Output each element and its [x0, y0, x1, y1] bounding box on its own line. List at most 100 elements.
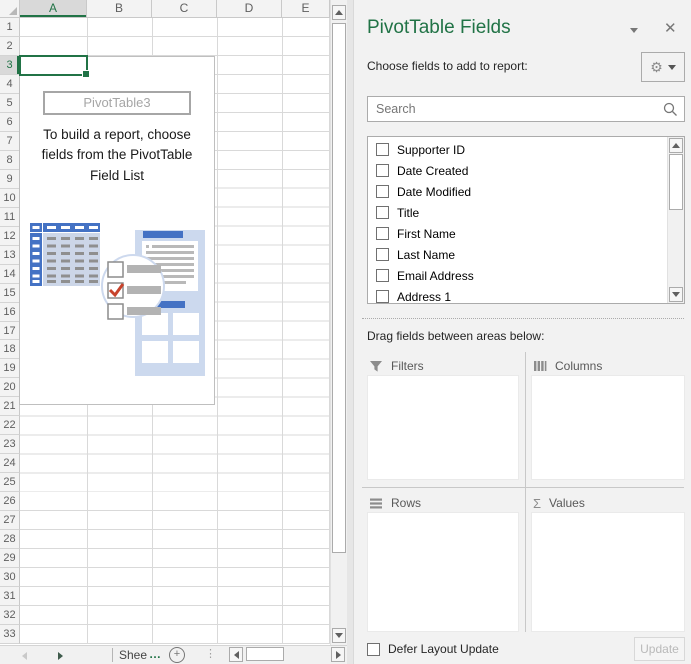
fill-handle[interactable]	[82, 70, 90, 78]
rows-area-header: Rows	[369, 494, 421, 512]
field-list-scrollbar[interactable]	[667, 137, 684, 303]
column-header-E[interactable]: E	[282, 0, 330, 17]
field-list: Supporter IDDate CreatedDate Modified Tit…	[367, 136, 685, 304]
prev-sheet-icon	[22, 652, 27, 660]
row-header-5[interactable]: 5	[0, 94, 20, 113]
defer-layout-label: Defer Layout Update	[388, 642, 499, 656]
row-header-23[interactable]: 23	[0, 435, 20, 454]
row-header-6[interactable]: 6	[0, 113, 20, 132]
row-header-29[interactable]: 29	[0, 549, 20, 568]
column-headers: ABCDE	[0, 0, 330, 18]
new-sheet-button[interactable]: +	[169, 647, 185, 663]
row-header-10[interactable]: 10	[0, 189, 20, 208]
prev-sheet-button[interactable]	[22, 652, 27, 660]
scroll-down-icon	[672, 292, 680, 297]
row-header-27[interactable]: 27	[0, 511, 20, 530]
pivot-name-box: PivotTable3	[43, 91, 191, 115]
field-checkbox[interactable]	[376, 206, 389, 219]
sheet-tab-overflow[interactable]: …	[149, 647, 161, 661]
sigma-icon: Σ	[533, 497, 541, 510]
sheet-tab[interactable]: Shee	[119, 648, 147, 662]
update-button[interactable]: Update	[634, 637, 685, 661]
column-header-C[interactable]: C	[152, 0, 217, 17]
field-checkbox[interactable]	[376, 185, 389, 198]
values-drop-area[interactable]	[531, 512, 685, 632]
field-checkbox[interactable]	[376, 143, 389, 156]
columns-icon	[533, 359, 547, 373]
rows-drop-area[interactable]	[367, 512, 519, 632]
select-all-corner[interactable]	[0, 0, 20, 17]
row-header-13[interactable]: 13	[0, 246, 20, 265]
row-header-11[interactable]: 11	[0, 208, 20, 227]
row-header-19[interactable]: 19	[0, 359, 20, 378]
field-checkbox[interactable]	[376, 290, 389, 303]
field-item-email-address[interactable]: Email Address	[368, 265, 667, 286]
field-checkbox[interactable]	[376, 248, 389, 261]
scroll-right-button[interactable]	[331, 647, 345, 662]
column-header-D[interactable]: D	[217, 0, 282, 17]
row-header-26[interactable]: 26	[0, 492, 20, 511]
row-header-21[interactable]: 21	[0, 397, 20, 416]
column-header-B[interactable]: B	[87, 0, 152, 17]
scroll-left-button[interactable]	[229, 647, 243, 662]
row-header-30[interactable]: 30	[0, 568, 20, 587]
horizontal-scrollbar-thumb[interactable]	[246, 647, 284, 661]
row-header-25[interactable]: 25	[0, 473, 20, 492]
pane-options-button[interactable]	[630, 28, 638, 33]
row-header-20[interactable]: 20	[0, 378, 20, 397]
columns-drop-area[interactable]	[531, 375, 685, 480]
row-header-28[interactable]: 28	[0, 530, 20, 549]
field-label: First Name	[397, 227, 456, 241]
row-header-1[interactable]: 1	[0, 18, 20, 37]
row-header-18[interactable]: 18	[0, 340, 20, 359]
row-header-9[interactable]: 9	[0, 170, 20, 189]
row-header-33[interactable]: 33	[0, 625, 20, 644]
defer-layout-row: Defer Layout Update	[367, 642, 499, 656]
field-item-last-name[interactable]: Last Name	[368, 244, 667, 265]
vertical-scrollbar[interactable]	[330, 0, 347, 645]
column-header-A[interactable]: A	[20, 0, 87, 17]
row-header-16[interactable]: 16	[0, 303, 20, 322]
list-scroll-down-button[interactable]	[669, 287, 683, 302]
selected-cell-A3[interactable]	[19, 55, 88, 76]
field-item-date-modified[interactable]: Date Modified	[368, 181, 667, 202]
field-item-supporter-id[interactable]: Supporter ID	[368, 139, 667, 160]
pane-separator	[362, 318, 684, 319]
filters-area-header: Filters	[369, 357, 424, 375]
row-header-15[interactable]: 15	[0, 284, 20, 303]
row-header-2[interactable]: 2	[0, 37, 20, 56]
field-checkbox[interactable]	[376, 227, 389, 240]
field-item-date-created[interactable]: Date Created	[368, 160, 667, 181]
row-header-7[interactable]: 7	[0, 132, 20, 151]
row-header-31[interactable]: 31	[0, 587, 20, 606]
row-header-4[interactable]: 4	[0, 75, 20, 94]
pane-close-button[interactable]: ✕	[664, 19, 677, 37]
tools-button[interactable]: ⚙	[641, 52, 685, 82]
row-header-12[interactable]: 12	[0, 227, 20, 246]
filters-drop-area[interactable]	[367, 375, 519, 480]
worksheet-area[interactable]: ABCDE 1234567891011121314151617181920212…	[0, 0, 347, 664]
row-header-17[interactable]: 17	[0, 322, 20, 341]
row-header-14[interactable]: 14	[0, 265, 20, 284]
row-header-24[interactable]: 24	[0, 454, 20, 473]
field-item-first-name[interactable]: First Name	[368, 223, 667, 244]
field-checkbox[interactable]	[376, 269, 389, 282]
next-sheet-button[interactable]	[58, 652, 63, 660]
row-header-22[interactable]: 22	[0, 416, 20, 435]
field-item-title[interactable]: Title	[368, 202, 667, 223]
vertical-scrollbar-thumb[interactable]	[332, 23, 346, 553]
search-input[interactable]	[368, 97, 666, 121]
field-checkbox[interactable]	[376, 164, 389, 177]
field-label: Title	[397, 206, 419, 220]
horizontal-scrollbar[interactable]	[228, 646, 347, 663]
columns-area-header: Columns	[533, 357, 602, 375]
scroll-down-button[interactable]	[332, 628, 346, 643]
field-item-address-1[interactable]: Address 1	[368, 286, 667, 304]
row-header-32[interactable]: 32	[0, 606, 20, 625]
row-header-8[interactable]: 8	[0, 151, 20, 170]
defer-layout-checkbox[interactable]	[367, 643, 380, 656]
scroll-up-button[interactable]	[332, 5, 346, 20]
list-scrollbar-thumb[interactable]	[669, 154, 683, 210]
list-scroll-up-button[interactable]	[669, 138, 683, 153]
row-header-3[interactable]: 3	[0, 56, 20, 75]
